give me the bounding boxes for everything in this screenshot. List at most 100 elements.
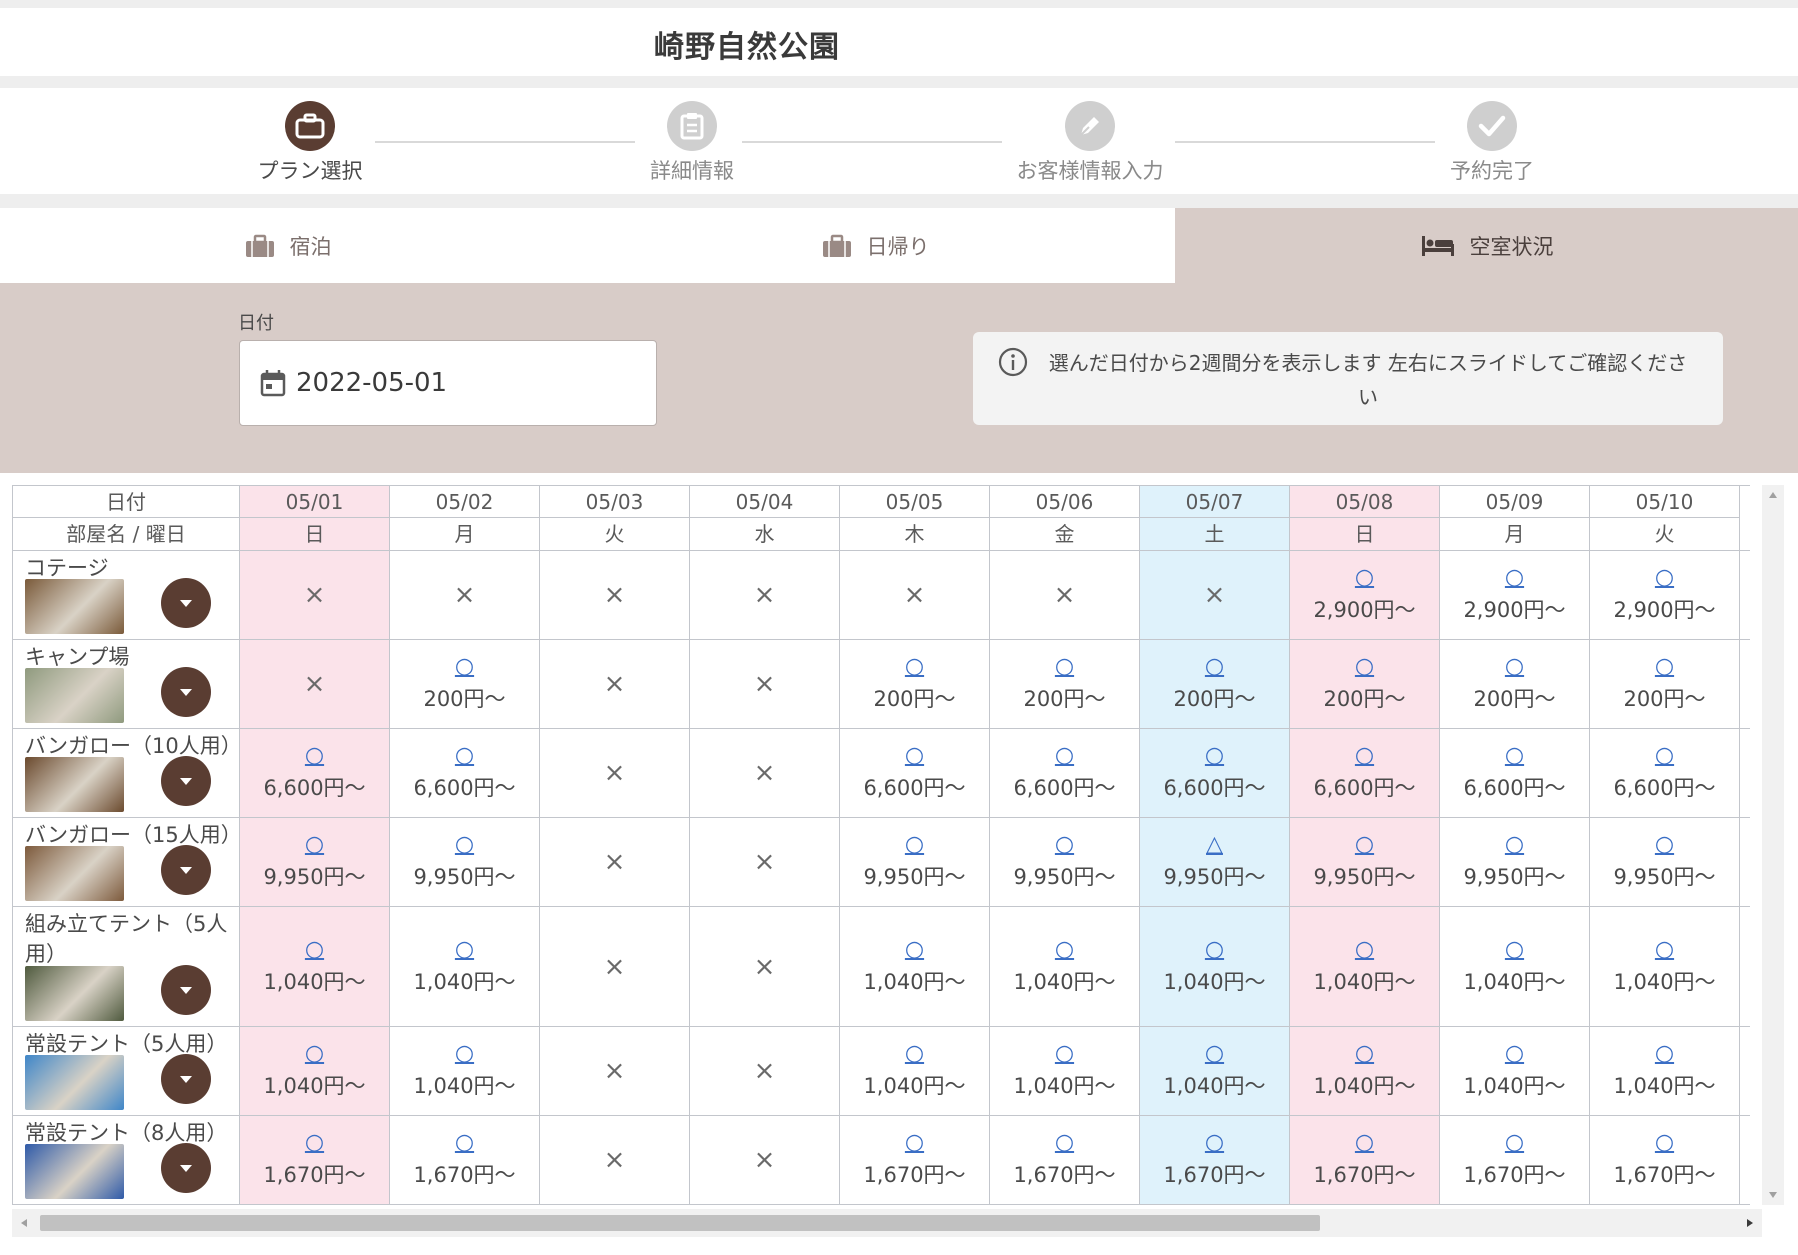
available-mark[interactable]: ○: [455, 744, 474, 768]
availability-cell[interactable]: ○ 1,670円～: [1440, 1116, 1590, 1205]
availability-cell[interactable]: ○ 9,950円～: [990, 818, 1140, 907]
availability-cell[interactable]: ○ 200円～: [390, 640, 540, 729]
horizontal-scrollbar[interactable]: [12, 1209, 1762, 1237]
availability-cell[interactable]: ○ 6,600円～: [1440, 729, 1590, 818]
room-details-toggle[interactable]: [161, 756, 211, 806]
availability-cell[interactable]: ○ 1,040円～: [1440, 1027, 1590, 1116]
availability-cell[interactable]: △ 9,950円～: [1140, 818, 1290, 907]
available-mark[interactable]: ○: [905, 1131, 924, 1155]
availability-cell[interactable]: ○ 1,040円～: [1290, 907, 1440, 1027]
tab-daytrip[interactable]: 日帰り: [575, 208, 1175, 283]
availability-cell[interactable]: ○ 2,900円～: [1440, 551, 1590, 640]
room-details-toggle[interactable]: [161, 965, 211, 1015]
scrollbar-thumb[interactable]: [40, 1215, 1320, 1231]
available-mark[interactable]: ○: [1505, 833, 1524, 857]
available-mark[interactable]: ○: [905, 744, 924, 768]
available-mark[interactable]: ○: [455, 1131, 474, 1155]
available-mark[interactable]: ○: [305, 937, 324, 962]
available-mark[interactable]: ○: [455, 1042, 474, 1066]
available-mark[interactable]: ○: [1655, 566, 1674, 590]
tab-stay[interactable]: 宿泊: [0, 208, 575, 283]
available-mark[interactable]: ○: [1655, 937, 1674, 962]
available-mark[interactable]: ○: [1205, 1131, 1224, 1155]
availability-cell[interactable]: ○ 1,040円～: [240, 907, 390, 1027]
availability-cell[interactable]: ○ 1,040円～: [1140, 1027, 1290, 1116]
availability-cell[interactable]: ○ 200円～: [1590, 640, 1740, 729]
availability-cell[interactable]: ○ 200円～: [1290, 640, 1440, 729]
availability-cell[interactable]: ○ 1,040円～: [840, 1027, 990, 1116]
available-mark[interactable]: ○: [1055, 833, 1074, 857]
available-mark[interactable]: ○: [1055, 1131, 1074, 1155]
availability-cell[interactable]: ○ 6,600円～: [840, 729, 990, 818]
availability-cell[interactable]: ○ 9,950円～: [1590, 818, 1740, 907]
availability-cell[interactable]: ○ 1,040円～: [1290, 1027, 1440, 1116]
available-mark[interactable]: ○: [1355, 1131, 1374, 1155]
available-mark[interactable]: ○: [1505, 937, 1524, 962]
available-mark[interactable]: ○: [1655, 833, 1674, 857]
available-mark[interactable]: ○: [305, 833, 324, 857]
availability-cell[interactable]: ○ 1,040円～: [1590, 907, 1740, 1027]
availability-cell[interactable]: ○ 1,670円～: [990, 1116, 1140, 1205]
availability-cell[interactable]: ○ 1,670円～: [1140, 1116, 1290, 1205]
available-mark[interactable]: ○: [1505, 655, 1524, 679]
availability-cell[interactable]: ○ 6,600円～: [240, 729, 390, 818]
availability-cell[interactable]: ○ 9,950円～: [1290, 818, 1440, 907]
available-mark[interactable]: ○: [905, 1042, 924, 1066]
availability-cell[interactable]: ○ 6,600円～: [390, 729, 540, 818]
availability-cell[interactable]: ○ 2,900円～: [1590, 551, 1740, 640]
available-mark[interactable]: ○: [1205, 744, 1224, 768]
available-mark[interactable]: ○: [305, 1042, 324, 1066]
availability-cell[interactable]: ○ 2,900円～: [1290, 551, 1440, 640]
availability-cell[interactable]: ○ 200円～: [1440, 640, 1590, 729]
availability-cell[interactable]: ○ 1,040円～: [1440, 907, 1590, 1027]
tab-availability[interactable]: 空室状況: [1175, 208, 1798, 283]
available-mark[interactable]: ○: [455, 655, 474, 679]
available-mark[interactable]: ○: [1505, 566, 1524, 590]
available-mark[interactable]: ○: [905, 937, 924, 962]
available-mark[interactable]: ○: [1355, 1042, 1374, 1066]
availability-cell[interactable]: ○ 1,670円～: [840, 1116, 990, 1205]
availability-cell[interactable]: ○ 1,040円～: [390, 1027, 540, 1116]
available-mark[interactable]: ○: [1355, 566, 1374, 590]
availability-cell[interactable]: ○ 1,670円～: [390, 1116, 540, 1205]
limited-availability-mark[interactable]: △: [1206, 833, 1223, 857]
availability-cell[interactable]: ○ 1,040円～: [240, 1027, 390, 1116]
available-mark[interactable]: ○: [305, 1131, 324, 1155]
availability-cell[interactable]: ○ 1,040円～: [1140, 907, 1290, 1027]
available-mark[interactable]: ○: [1205, 655, 1224, 679]
available-mark[interactable]: ○: [1505, 1042, 1524, 1066]
room-details-toggle[interactable]: [161, 1054, 211, 1104]
available-mark[interactable]: ○: [1055, 655, 1074, 679]
availability-cell[interactable]: ○ 9,950円～: [840, 818, 990, 907]
availability-cell[interactable]: ○ 9,950円～: [240, 818, 390, 907]
availability-cell[interactable]: ○ 200円～: [840, 640, 990, 729]
available-mark[interactable]: ○: [1655, 655, 1674, 679]
available-mark[interactable]: ○: [1505, 1131, 1524, 1155]
available-mark[interactable]: ○: [1205, 1042, 1224, 1066]
available-mark[interactable]: ○: [1055, 1042, 1074, 1066]
available-mark[interactable]: ○: [455, 833, 474, 857]
available-mark[interactable]: ○: [1355, 655, 1374, 679]
availability-cell[interactable]: ○ 6,600円～: [1590, 729, 1740, 818]
available-mark[interactable]: ○: [1055, 744, 1074, 768]
available-mark[interactable]: ○: [1655, 744, 1674, 768]
availability-cell[interactable]: ○ 6,600円～: [990, 729, 1140, 818]
availability-cell[interactable]: ○ 6,600円～: [1140, 729, 1290, 818]
available-mark[interactable]: ○: [1205, 937, 1224, 962]
availability-cell[interactable]: ○ 1,670円～: [1590, 1116, 1740, 1205]
available-mark[interactable]: ○: [905, 833, 924, 857]
availability-cell[interactable]: ○ 1,040円～: [390, 907, 540, 1027]
available-mark[interactable]: ○: [1655, 1131, 1674, 1155]
availability-cell[interactable]: ○ 200円～: [990, 640, 1140, 729]
room-details-toggle[interactable]: [161, 667, 211, 717]
availability-cell[interactable]: ○ 9,950円～: [390, 818, 540, 907]
vertical-scrollbar[interactable]: [1762, 485, 1784, 1205]
availability-cell[interactable]: ○ 1,040円～: [990, 1027, 1140, 1116]
available-mark[interactable]: ○: [1655, 1042, 1674, 1066]
available-mark[interactable]: ○: [1355, 937, 1374, 962]
available-mark[interactable]: ○: [905, 655, 924, 679]
availability-cell[interactable]: ○ 1,040円～: [840, 907, 990, 1027]
room-details-toggle[interactable]: [161, 845, 211, 895]
availability-cell[interactable]: ○ 1,670円～: [1290, 1116, 1440, 1205]
date-input[interactable]: 2022-05-01: [239, 340, 657, 426]
